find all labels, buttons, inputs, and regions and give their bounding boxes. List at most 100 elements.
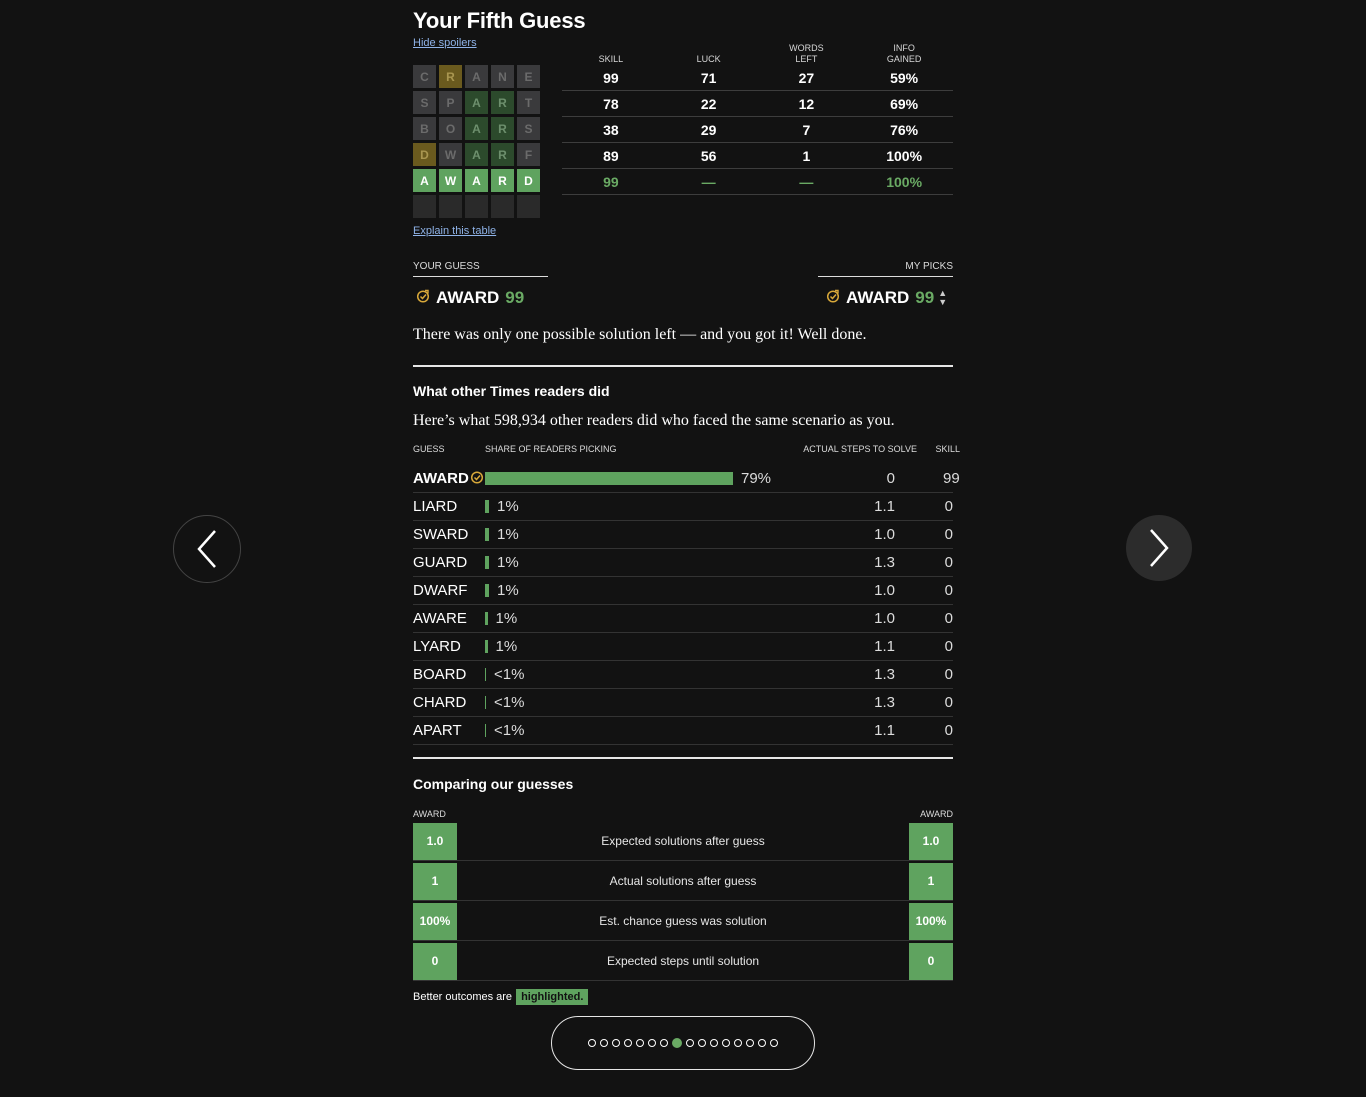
col-guess: GUESS bbox=[413, 444, 445, 454]
stats-header-info-gained: INFO GAINED bbox=[886, 43, 922, 64]
divider bbox=[413, 276, 548, 277]
compare-left-value: 1 bbox=[413, 862, 457, 900]
letter-tile: W bbox=[439, 143, 462, 166]
skill-value: 0 bbox=[944, 666, 953, 683]
pager-dot[interactable] bbox=[636, 1039, 644, 1047]
table-row: BOARD <1% 1.3 0 bbox=[413, 661, 953, 689]
share-bar-cell: 1% bbox=[485, 610, 815, 627]
share-pct: 1% bbox=[495, 610, 518, 627]
share-pct: 1% bbox=[497, 498, 519, 515]
letter-tile: A bbox=[465, 91, 488, 114]
col-share: SHARE OF READERS PICKING bbox=[485, 444, 617, 454]
letter-tile: O bbox=[439, 117, 462, 140]
pager-dot[interactable] bbox=[686, 1039, 694, 1047]
pager-dot[interactable] bbox=[746, 1039, 754, 1047]
share-bar-cell: <1% bbox=[485, 694, 815, 711]
letter-tile bbox=[465, 195, 488, 218]
prev-button[interactable] bbox=[173, 515, 241, 583]
share-pct: 1% bbox=[497, 554, 519, 571]
letter-tile: E bbox=[517, 65, 540, 88]
skill-value: 0 bbox=[944, 498, 953, 515]
stats-cell: 59% bbox=[890, 69, 919, 86]
explain-table-link[interactable]: Explain this table bbox=[413, 225, 496, 237]
compare-label: Actual solutions after guess bbox=[609, 874, 757, 888]
share-bar bbox=[485, 500, 489, 513]
compare-label: Expected steps until solution bbox=[606, 954, 760, 968]
compare-row: 100% Est. chance guess was solution 100% bbox=[413, 902, 953, 941]
letter-tile: C bbox=[413, 65, 436, 88]
skill-value: 99 bbox=[943, 470, 960, 487]
share-pct: <1% bbox=[494, 722, 525, 739]
letter-tile: P bbox=[439, 91, 462, 114]
compare-row: 1.0 Expected solutions after guess 1.0 bbox=[413, 822, 953, 861]
stats-cell: — bbox=[799, 173, 814, 190]
letter-tile bbox=[413, 195, 436, 218]
check-circle-icon bbox=[416, 288, 430, 308]
share-bar bbox=[485, 668, 486, 681]
share-bar bbox=[485, 584, 489, 597]
letter-tile: W bbox=[439, 169, 462, 192]
col-steps: ACTUAL STEPS TO SOLVE bbox=[803, 444, 917, 454]
pager-dot[interactable] bbox=[588, 1039, 596, 1047]
steps-value: 1.3 bbox=[874, 666, 895, 683]
share-pct: 1% bbox=[497, 526, 519, 543]
pager-dot[interactable] bbox=[698, 1039, 706, 1047]
pager-dot[interactable] bbox=[722, 1039, 730, 1047]
stats-row: 99 71 27 59% bbox=[562, 65, 953, 91]
compare-row: 1 Actual solutions after guess 1 bbox=[413, 862, 953, 901]
table-row: AWARE 1% 1.0 0 bbox=[413, 605, 953, 633]
stats-table: SKILL LUCK WORDS LEFT INFO GAINED 99 71 27… bbox=[562, 40, 953, 195]
pager-dot[interactable] bbox=[758, 1039, 766, 1047]
stats-cell: 78 bbox=[603, 95, 619, 112]
letter-tile: A bbox=[465, 117, 488, 140]
pager-dot[interactable] bbox=[612, 1039, 620, 1047]
letter-tile: R bbox=[491, 143, 514, 166]
stats-cell: 12 bbox=[798, 95, 815, 112]
compare-right-value: 1 bbox=[909, 862, 953, 900]
pager-dot[interactable] bbox=[600, 1039, 608, 1047]
stats-cell: 56 bbox=[700, 147, 717, 164]
letter-tile: A bbox=[465, 65, 488, 88]
stats-cell: 76% bbox=[890, 121, 919, 138]
letter-tile bbox=[491, 195, 514, 218]
skill-value: 0 bbox=[944, 582, 953, 599]
guess-word: CHARD bbox=[413, 694, 467, 711]
pager-dot[interactable] bbox=[770, 1039, 778, 1047]
pager-dot[interactable] bbox=[734, 1039, 742, 1047]
pager-dot[interactable] bbox=[660, 1039, 668, 1047]
guess-word: DWARF bbox=[413, 582, 468, 599]
stats-cell: 1 bbox=[802, 147, 811, 164]
pager-dot[interactable] bbox=[624, 1039, 632, 1047]
table-row: AWARD 79% 0 99 bbox=[413, 465, 960, 493]
my-pick-score: 99 bbox=[915, 288, 935, 307]
compare-table: 1.0 Expected solutions after guess 1.0 1 Act… bbox=[413, 822, 953, 982]
readers-table: AWARD 79% 0 99 LIARD 1% 1.1 0 SWARD 1% 1.0 0 GUARD 1%… bbox=[413, 465, 960, 745]
next-button[interactable] bbox=[1126, 515, 1192, 581]
stats-cell: 100% bbox=[886, 147, 923, 164]
table-row: CHARD <1% 1.3 0 bbox=[413, 689, 953, 717]
pager-dot[interactable] bbox=[710, 1039, 718, 1047]
your-guess-score: 99 bbox=[505, 288, 525, 307]
pager-dot[interactable] bbox=[648, 1039, 656, 1047]
stats-cell: 99 bbox=[603, 69, 619, 86]
sort-arrows-icon[interactable]: ▲ ▼ bbox=[938, 289, 947, 307]
chevron-right-icon bbox=[1150, 529, 1169, 567]
compare-heading: Comparing our guesses bbox=[413, 776, 574, 792]
board-row: DWARF bbox=[413, 143, 540, 166]
stats-row: 78 22 12 69% bbox=[562, 91, 953, 117]
guess-word: AWARE bbox=[413, 610, 467, 627]
letter-tile: R bbox=[439, 65, 462, 88]
hide-spoilers-link[interactable]: Hide spoilers bbox=[413, 37, 477, 49]
stats-cell: 22 bbox=[700, 95, 717, 112]
letter-tile: A bbox=[413, 169, 436, 192]
stats-cell: 38 bbox=[603, 121, 619, 138]
steps-value: 1.1 bbox=[874, 498, 895, 515]
compare-right-value: 1.0 bbox=[909, 822, 953, 860]
my-pick[interactable]: AWARD 99 ▲ ▼ bbox=[826, 288, 947, 308]
share-bar-cell: 1% bbox=[485, 582, 815, 599]
letter-tile bbox=[439, 195, 462, 218]
share-bar bbox=[485, 612, 488, 625]
share-bar-cell: 1% bbox=[485, 554, 815, 571]
pager-dot[interactable] bbox=[672, 1038, 682, 1048]
your-guess-label: YOUR GUESS bbox=[413, 261, 480, 272]
